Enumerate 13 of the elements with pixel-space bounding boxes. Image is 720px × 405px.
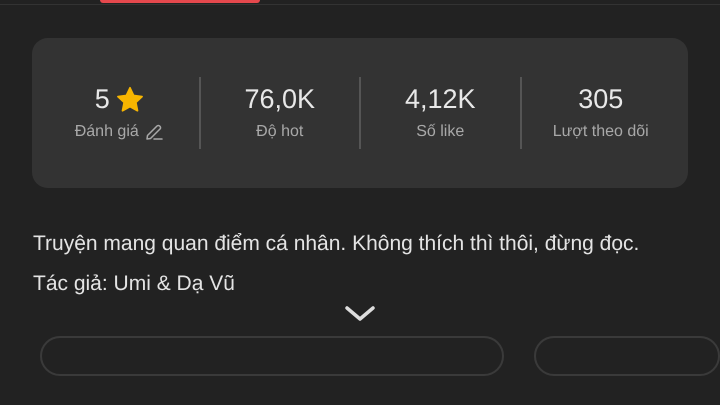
star-icon bbox=[116, 86, 144, 112]
stat-label: Độ hot bbox=[256, 122, 304, 142]
chevron-down-icon[interactable] bbox=[345, 306, 375, 322]
stat-label: Lượt theo dõi bbox=[552, 122, 649, 142]
stat-value: 4,12K bbox=[404, 83, 476, 116]
author-text: Tác giả: Umi & Dạ Vũ bbox=[33, 271, 236, 297]
stat-label: Đánh giá bbox=[74, 122, 139, 142]
stat-value: 5 bbox=[94, 83, 110, 116]
stat-label: Số like bbox=[416, 122, 464, 142]
pencil-icon[interactable] bbox=[144, 122, 164, 142]
description-text: Truyện mang quan điểm cá nhân. Không thích thì thôi, đừng đọc. bbox=[33, 231, 640, 257]
stat-value: 76,0K bbox=[244, 83, 316, 116]
stat-value: 305 bbox=[578, 83, 624, 116]
